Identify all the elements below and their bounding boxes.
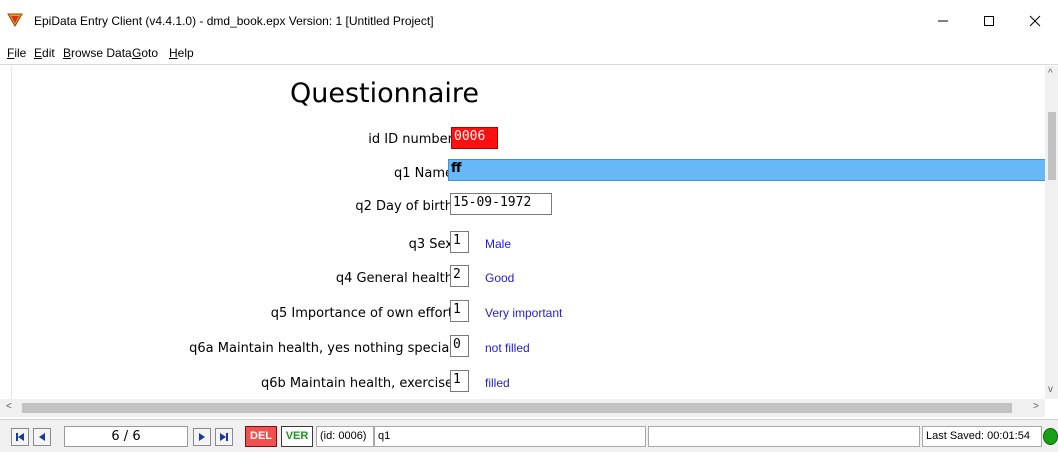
minimize-button[interactable] — [920, 0, 966, 42]
field-label-q2: q2 Day of birth — [355, 199, 453, 214]
q6b-field[interactable]: 1 — [450, 370, 469, 392]
menu-browse-data[interactable]: Browse Data — [63, 46, 132, 60]
prev-record-icon — [39, 433, 45, 441]
horizontal-scroll-thumb[interactable] — [22, 403, 1012, 413]
next-record-icon — [199, 433, 205, 441]
field-label-q6a: q6a Maintain health, yes nothing special — [189, 341, 453, 356]
horizontal-scrollbar[interactable]: < > — [0, 399, 1045, 417]
field-label-id: id ID number — [368, 132, 453, 147]
id-field[interactable]: 0006 — [451, 127, 498, 149]
record-id-panel: (id: 0006) — [316, 426, 374, 447]
menu-edit[interactable]: Edit — [34, 46, 55, 60]
last-saved-panel: Last Saved: 00:01:54 — [922, 426, 1042, 447]
q6a-field[interactable]: 0 — [450, 335, 469, 357]
field-label-q3: q3 Sex — [408, 237, 453, 252]
own-effort-field[interactable]: 1 — [450, 300, 469, 322]
window-title: EpiData Entry Client (v4.4.1.0) - dmd_bo… — [34, 14, 434, 28]
scroll-left-icon[interactable]: < — [6, 401, 12, 412]
scroll-down-icon[interactable]: v — [1048, 384, 1053, 395]
name-field[interactable]: ff — [448, 159, 1046, 181]
field-label-q5: q5 Importance of own effort — [270, 306, 453, 321]
q6b-value-label: filled — [485, 376, 510, 390]
menu-goto[interactable]: Goto — [132, 46, 158, 60]
field-label-q4: q4 General health — [335, 271, 453, 286]
scroll-up-icon[interactable]: ^ — [1048, 68, 1053, 79]
vertical-scrollbar[interactable]: ^ v — [1045, 66, 1058, 399]
sex-value-label: Male — [485, 237, 512, 251]
sex-field[interactable]: 1 — [450, 231, 469, 253]
epidata-app-icon — [7, 13, 23, 27]
maximize-icon — [984, 16, 994, 26]
menu-help[interactable]: Help — [169, 46, 194, 60]
first-record-icon — [16, 433, 24, 441]
menu-file[interactable]: File — [7, 46, 26, 60]
verify-record-button[interactable]: VER — [281, 426, 313, 447]
navigation-bar: 6 / 6 DEL VER (id: 0006) q1 Last Saved: … — [0, 419, 1058, 452]
close-icon — [1029, 15, 1041, 27]
last-record-button[interactable] — [215, 428, 233, 446]
title-bar: EpiData Entry Client (v4.4.1.0) - dmd_bo… — [0, 0, 1058, 42]
status-indicator-icon — [1043, 428, 1058, 445]
birthdate-field[interactable]: 15-09-1972 — [450, 193, 552, 215]
next-record-button[interactable] — [193, 428, 211, 446]
first-record-button[interactable] — [11, 428, 29, 446]
own-effort-value-label: Very important — [485, 306, 563, 320]
field-label-q1: q1 Name — [393, 166, 453, 181]
current-field-panel: q1 — [374, 426, 646, 447]
last-record-icon — [220, 433, 228, 441]
delete-record-button[interactable]: DEL — [245, 426, 277, 447]
general-health-value-label: Good — [485, 271, 515, 285]
menu-bar: File Edit Browse Data Goto Help — [0, 42, 1058, 65]
close-button[interactable] — [1012, 0, 1058, 42]
status-panel-empty — [648, 426, 920, 447]
minimize-icon — [938, 20, 948, 22]
scroll-right-icon[interactable]: > — [1033, 401, 1039, 412]
form-title: Questionnaire — [290, 78, 480, 109]
record-counter[interactable]: 6 / 6 — [64, 426, 188, 447]
prev-record-button[interactable] — [33, 428, 51, 446]
field-label-q6b: q6b Maintain health, exercise — [260, 376, 453, 391]
general-health-field[interactable]: 2 — [450, 265, 469, 287]
form-area: Questionnaire id ID number 0006 q1 Name … — [11, 66, 1046, 399]
maximize-button[interactable] — [966, 0, 1012, 42]
q6a-value-label: not filled — [485, 341, 530, 355]
vertical-scroll-thumb[interactable] — [1048, 112, 1056, 180]
